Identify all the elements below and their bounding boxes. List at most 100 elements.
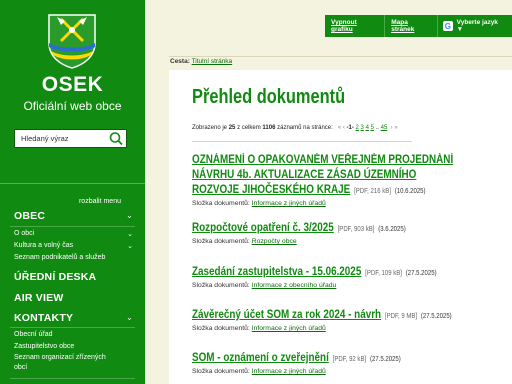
nav-item-o-obci[interactable]: O obci ⌄ — [0, 230, 145, 238]
folder-link[interactable]: Informace z obecního úřadu — [252, 282, 337, 289]
nav-item-label: O obci — [14, 230, 35, 237]
pager-text: záznamů na stránce: — [277, 125, 333, 131]
document-date: (3.6.2025) — [378, 226, 406, 233]
folder-link[interactable]: Informace z jiných úřadů — [252, 325, 326, 332]
nav-item-organizace[interactable]: Seznam organizací zřízených — [0, 354, 145, 361]
document-item: SOM - oznámení o zveřejnění [PDF, 92 kB]… — [192, 350, 460, 375]
document-title-wrap: SOM - oznámení o zveřejnění [PDF, 92 kB]… — [192, 350, 460, 367]
document-file-info: [PDF, 216 kB] — [354, 188, 391, 195]
document-title-link[interactable]: Rozpočtové opatření č. 3/2025 — [192, 222, 334, 234]
document-file-info: [PDF, 109 kB] — [365, 270, 402, 277]
disable-graphics-link-wrap: Vypnout grafiku — [325, 15, 385, 37]
document-file-info: [PDF, 903 kB] — [337, 226, 375, 233]
search-icon[interactable] — [108, 131, 124, 146]
folder-label: Složka dokumentů: — [192, 200, 250, 207]
language-label: Vyberte jazyk ▼ — [456, 19, 498, 33]
page-ellipsis: .. — [375, 125, 379, 131]
page-link[interactable]: 3 — [361, 125, 364, 131]
pager-text: z celkem — [237, 125, 261, 131]
page-link[interactable]: 4 — [366, 125, 369, 131]
search-box — [14, 129, 127, 148]
page-current: -1- — [346, 125, 354, 131]
chevron-down-icon[interactable]: ⌄ — [126, 313, 133, 322]
pager-total-count: 1106 — [262, 125, 276, 131]
document-folder: Složka dokumentů: Informace z jiných úřa… — [192, 368, 460, 375]
sitemap-link[interactable]: Mapa stránek — [391, 19, 431, 33]
chevron-down-icon[interactable]: ⌄ — [126, 211, 133, 220]
chevron-down-icon[interactable]: ⌄ — [127, 230, 133, 238]
document-folder: Složka dokumentů: Informace z jiných úřa… — [192, 325, 460, 332]
divider — [169, 56, 512, 57]
folder-label: Složka dokumentů: — [192, 282, 250, 289]
nav-item-label: Seznam podnikatelů a služeb — [14, 254, 106, 261]
nav-item-zastupitelstvo[interactable]: Zastupitelstvo obce — [0, 343, 145, 350]
document-folder: Složka dokumentů: Informace z jiných úřa… — [192, 200, 460, 207]
breadcrumb-home-link[interactable]: Titulní stránka — [192, 58, 233, 65]
document-folder: Složka dokumentů: Rozpočty obce — [192, 238, 460, 245]
folder-label: Složka dokumentů: — [192, 238, 250, 245]
nav-section-uredni-deska[interactable]: ÚŘEDNÍ DESKA — [0, 271, 145, 283]
document-title-link[interactable]: SOM - oznámení o zveřejnění — [192, 352, 329, 364]
nav-item-organizace-cont[interactable]: obcí — [0, 364, 145, 371]
first-page-icon[interactable]: « — [338, 125, 341, 131]
search-input[interactable] — [15, 130, 107, 147]
site-subtitle: Oficiální web obce — [23, 99, 122, 113]
document-item: Rozpočtové opatření č. 3/2025 [PDF, 903 … — [192, 220, 460, 245]
nav-item-podnikatele[interactable]: Seznam podnikatelů a služeb — [0, 254, 145, 261]
nav-section-air-view[interactable]: AIR VIEW — [0, 292, 145, 304]
divider — [10, 378, 135, 379]
nav-item-kultura[interactable]: Kultura a volný čas ⌄ — [0, 242, 145, 250]
document-title-link[interactable]: Zasedání zastupitelstva - 15.06.2025 — [192, 266, 361, 278]
folder-link[interactable]: Informace z jiných úřadů — [252, 368, 326, 375]
pager-text: Zobrazeno je — [192, 125, 228, 131]
page-link[interactable]: 45 — [381, 125, 388, 131]
top-bar: Vypnout grafiku Mapa stránek G Vyberte j… — [325, 15, 512, 37]
language-selector[interactable]: G Vyberte jazyk ▼ — [437, 15, 512, 37]
document-item: OZNÁMENÍ O OPAKOVANÉM VEŘEJNÉM PROJEDNÁN… — [192, 152, 460, 207]
sitemap-link-wrap: Mapa stránek — [384, 15, 438, 37]
prev-page-icon[interactable]: ‹ — [343, 125, 345, 131]
page-link[interactable]: 2 — [356, 125, 359, 131]
breadcrumb-label: Cesta: — [170, 58, 190, 65]
chevron-down-icon[interactable]: ⌄ — [127, 242, 133, 250]
document-folder: Složka dokumentů: Informace z obecního ú… — [192, 282, 460, 289]
pagination: Zobrazeno je 25 z celkem 1106 záznamů na… — [192, 125, 398, 131]
folder-label: Složka dokumentů: — [192, 325, 250, 332]
nav-item-obecni-urad[interactable]: Obecní úřad — [0, 331, 145, 338]
document-title-wrap: OZNÁMENÍ O OPAKOVANÉM VEŘEJNÉM PROJEDNÁN… — [192, 152, 460, 199]
pager-shown-count: 25 — [228, 125, 236, 131]
disable-graphics-link[interactable]: Vypnout grafiku — [331, 19, 378, 33]
document-item: Zasedání zastupitelstva - 15.06.2025 [PD… — [192, 264, 460, 289]
folder-link[interactable]: Rozpočty obce — [252, 238, 297, 245]
google-translate-icon: G — [443, 21, 453, 31]
expand-menu-link[interactable]: rozbalit menu — [79, 198, 121, 205]
divider — [10, 226, 135, 227]
document-title-wrap: Závěrečný účet SOM za rok 2024 - návrh [… — [192, 307, 460, 324]
nav-item-label: Kultura a volný čas — [14, 242, 74, 249]
nav-section-label: KONTAKTY — [14, 312, 74, 324]
divider — [0, 183, 145, 184]
site-title[interactable]: OSEK — [0, 73, 145, 97]
next-page-icon[interactable]: › — [391, 125, 393, 131]
divider — [192, 141, 412, 142]
document-title-link[interactable]: Závěrečný účet SOM za rok 2024 - návrh — [192, 309, 381, 321]
nav-section-obec[interactable]: OBEC ⌄ — [0, 210, 145, 222]
folder-link[interactable]: Informace z jiných úřadů — [252, 200, 326, 207]
document-date: (27.5.2025) — [369, 356, 401, 363]
document-title-wrap: Zasedání zastupitelstva - 15.06.2025 [PD… — [192, 264, 460, 281]
document-title-wrap: Rozpočtové opatření č. 3/2025 [PDF, 903 … — [192, 220, 460, 237]
sidebar: OSEK Oficiální web obce rozbalit menu OB… — [0, 0, 145, 384]
document-date: (27.5.2025) — [420, 313, 452, 320]
folder-label: Složka dokumentů: — [192, 368, 250, 375]
nav-section-kontakty[interactable]: KONTAKTY ⌄ — [0, 312, 145, 324]
document-file-info: [PDF, 9 MB] — [384, 313, 418, 320]
nav-section-label: OBEC — [14, 210, 46, 222]
coat-of-arms-logo[interactable] — [47, 13, 97, 69]
document-item: Závěrečný účet SOM za rok 2024 - návrh [… — [192, 307, 460, 332]
page-link[interactable]: 5 — [371, 125, 374, 131]
document-date: (10.6.2025) — [394, 188, 426, 195]
last-page-icon[interactable]: » — [394, 125, 397, 131]
page-title: Přehled dokumentů — [192, 86, 346, 108]
document-date: (27.5.2025) — [405, 270, 437, 277]
document-file-info: [PDF, 92 kB] — [332, 356, 367, 363]
